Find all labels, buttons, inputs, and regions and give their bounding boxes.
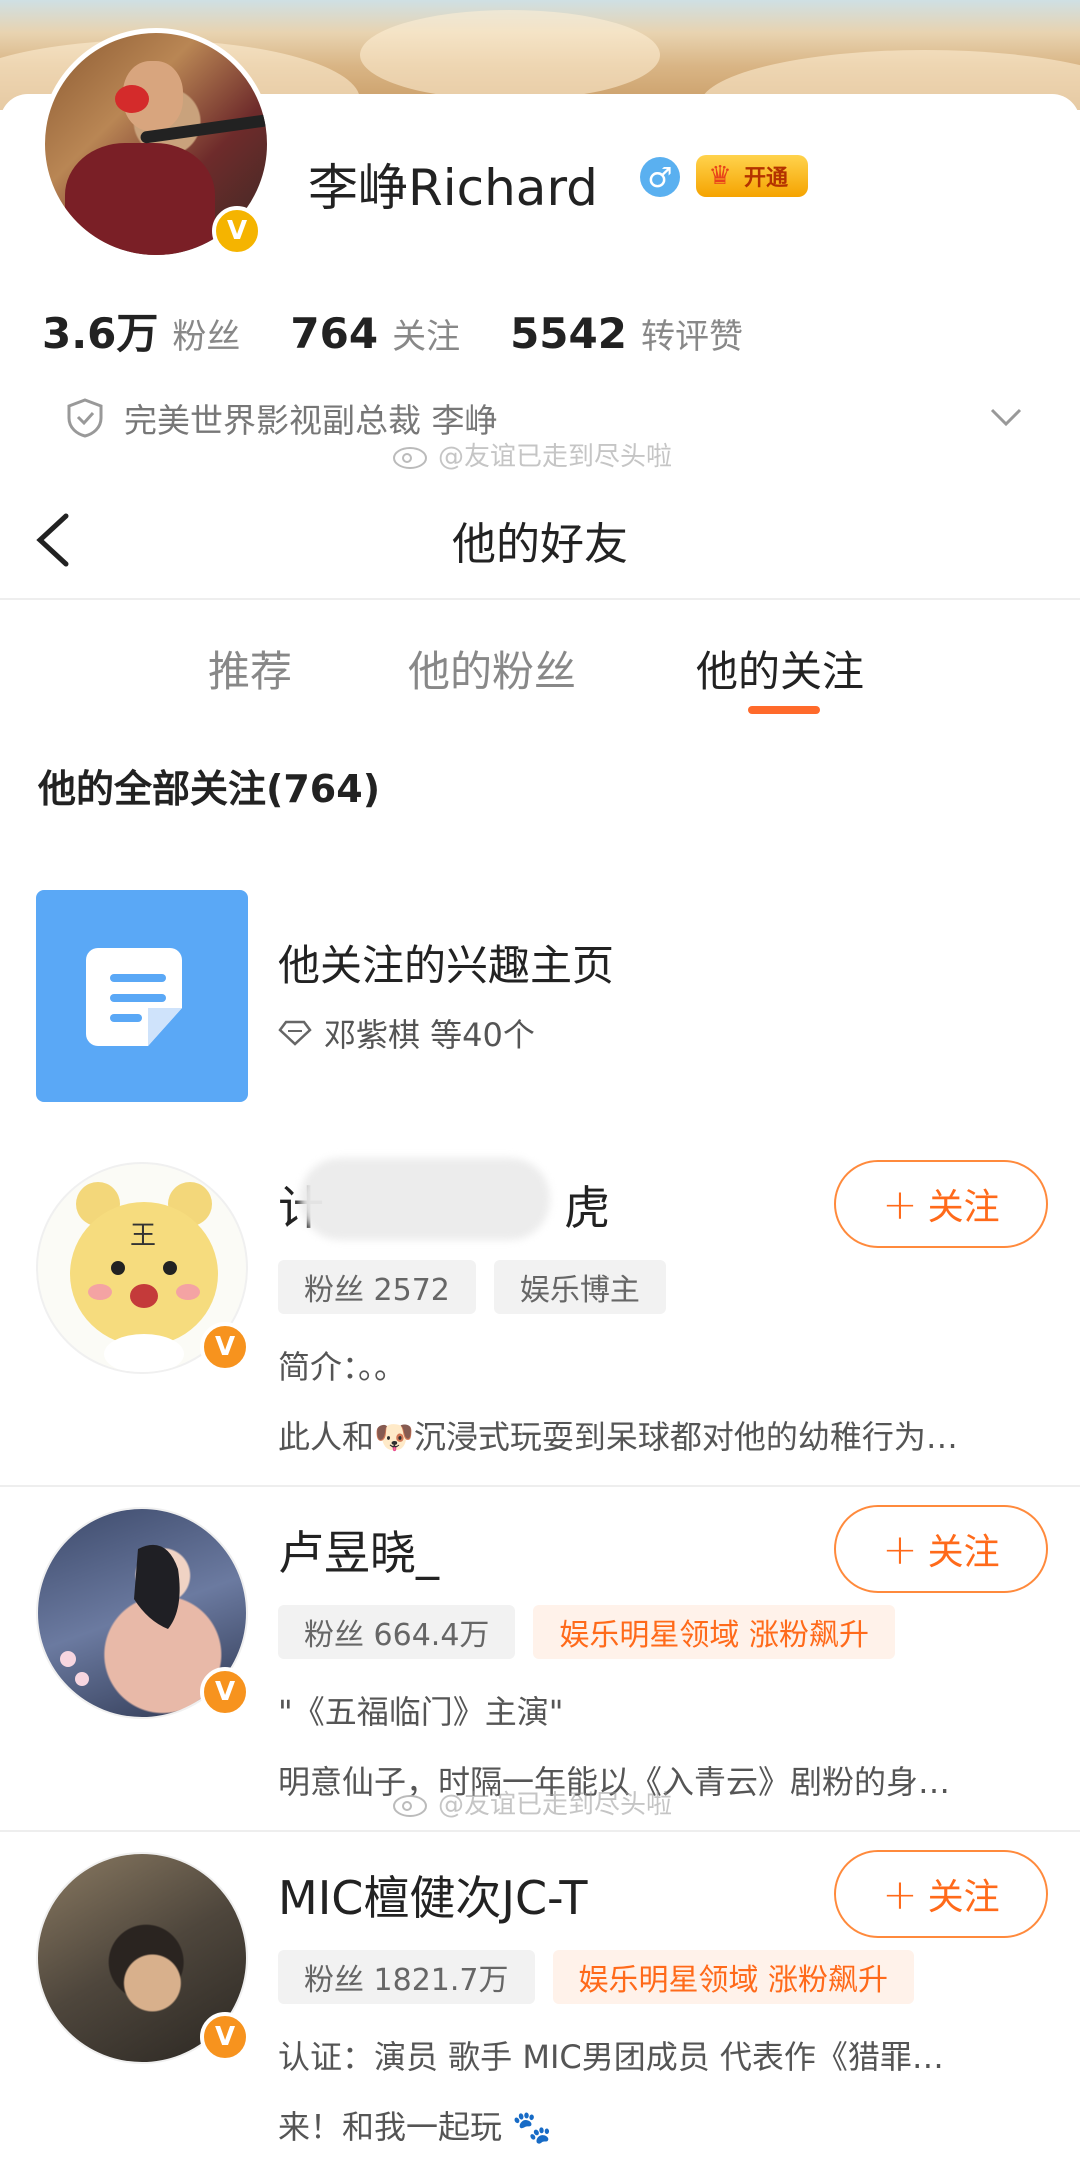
category-tag: 娱乐博主 [493,1260,666,1314]
list-item[interactable]: V 卢昱晓_ + 关注 粉丝 664.4万 娱乐明星领域 涨粉飙升 "《五福临门》… [0,1487,1080,1832]
interest-subtitle: 邓紫棋 等40个 [324,1016,535,1054]
weibo-watermark-icon [393,446,427,469]
plus-icon: + [882,1179,918,1229]
watermark: @友谊已走到尽头啦 [392,436,672,473]
engagement-label: 转评赞 [640,317,743,357]
diamond-icon [278,1020,312,1046]
vip-badge[interactable]: ♛ 开通 [696,155,808,197]
verified-badge-icon: V [200,2012,250,2062]
fans-tag: 粉丝 664.4万 [278,1605,516,1659]
verified-badge-icon: V [200,1667,250,1717]
user-intro: 简介：。。 [278,1348,407,1386]
follow-label: 关注 [927,1532,1000,1573]
verified-badge-icon: V [200,1322,250,1372]
verified-badge-icon: V [212,206,262,256]
watermark-text: @友谊已走到尽头啦 [438,1790,673,1820]
fans-label[interactable]: 粉丝 [172,309,240,358]
plus-icon: + [882,1524,918,1574]
follow-label: 关注 [927,1187,1000,1228]
user-certification: 认证：演员 歌手 MIC男团成员 代表作《猎罪… [278,2038,944,2076]
page-title: 他的好友 [452,519,628,570]
privacy-blur [300,1158,550,1240]
tab-recommend[interactable]: 推荐 [208,638,292,699]
fans-tag: 粉丝 2572 [278,1260,476,1314]
follow-button[interactable]: + 关注 [834,1160,1048,1248]
user-intro: "《五福临门》主演" [278,1693,564,1731]
nav-bar: 他的好友 [0,480,1080,600]
user-name[interactable]: 卢昱晓_ [278,1517,439,1583]
fans-tag: 粉丝 1821.7万 [278,1950,535,2004]
male-gender-icon: ♂ [640,157,680,197]
follow-button[interactable]: + 关注 [834,1505,1048,1593]
engagement-count: 5542 [510,309,627,358]
user-tags: 粉丝 664.4万 娱乐明星领域 涨粉飙升 [278,1605,913,1659]
plus-icon: + [882,1869,918,1919]
profile-stats: 3.6万 粉丝 764 关注 5542 转评赞 [42,300,793,358]
interest-pages-entry[interactable]: 他关注的兴趣主页 邓紫棋 等40个 [36,890,1046,1102]
weibo-watermark-icon [393,1794,427,1817]
svg-text:王: 王 [130,1221,156,1251]
active-tab-indicator [748,706,820,714]
follow-button[interactable]: + 关注 [834,1850,1048,1938]
list-item[interactable]: V MIC檀健次JC-T + 关注 粉丝 1821.7万 娱乐明星领域 涨粉飙升 … [0,1832,1080,2166]
tab-bar: 推荐 他的粉丝 他的关注 [0,620,1080,730]
following-count[interactable]: 764 [290,309,378,358]
shield-icon [67,398,103,438]
certification-text: 完美世界影视副总裁 李峥 [124,401,498,440]
interest-title: 他关注的兴趣主页 [278,941,615,990]
chevron-down-icon[interactable] [986,396,1026,436]
document-icon [86,948,182,1046]
section-title: 他的全部关注(764) [38,767,381,811]
following-label[interactable]: 关注 [392,309,460,358]
user-name-end: 虎 [564,1181,610,1235]
fans-count[interactable]: 3.6万 [42,300,158,361]
user-description-text: 来！和我一起玩 [278,2108,503,2146]
crown-icon: ♛ [708,161,732,191]
trending-tag: 娱乐明星领域 涨粉飙升 [533,1605,895,1659]
user-description: 来！和我一起玩 🐾 [278,2102,1048,2148]
follow-label: 关注 [927,1877,1000,1918]
user-description: 此人和🐶沉浸式玩耍到呆球都对他的幼稚行为… [278,1418,958,1456]
paw-icon: 🐾 [512,2108,553,2146]
user-tags: 粉丝 2572 娱乐博主 [278,1260,684,1314]
vip-label: 开通 [744,166,789,191]
tab-his-following[interactable]: 他的关注 [696,638,864,699]
tab-his-fans[interactable]: 他的粉丝 [408,638,576,699]
watermark: @友谊已走到尽头啦 [392,1784,672,1821]
interest-tile [36,890,248,1102]
interest-subtitle-row: 邓紫棋 等40个 [278,1010,535,1056]
profile-name: 李峥Richard [308,159,598,217]
user-name[interactable]: MIC檀健次JC-T [278,1862,588,1928]
watermark-text: @友谊已走到尽头啦 [438,442,673,472]
trending-tag: 娱乐明星领域 涨粉飙升 [552,1950,915,2004]
user-tags: 粉丝 1821.7万 娱乐明星领域 涨粉飙升 [278,1950,932,2004]
